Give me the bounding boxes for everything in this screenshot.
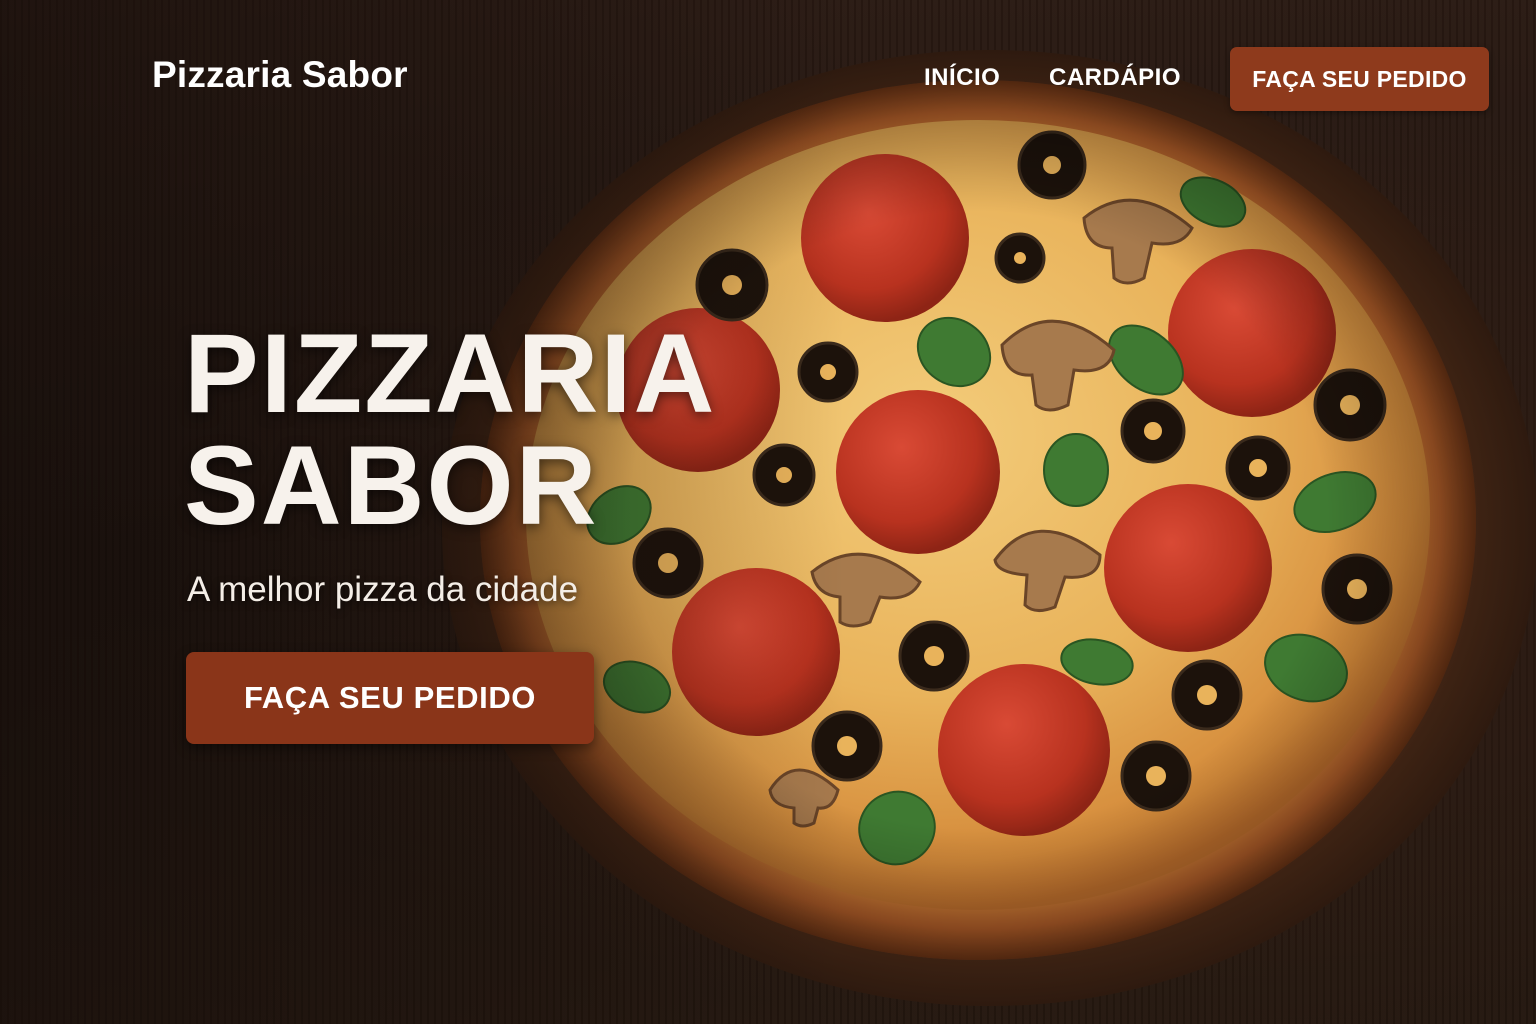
hero-subtitle: A melhor pizza da cidade	[187, 570, 579, 609]
hero-title-line-1: PIZZARIA	[184, 311, 717, 436]
nav-link-cardapio[interactable]: CARDÁPIO	[1049, 64, 1181, 92]
nav-link-inicio[interactable]: INÍCIO	[924, 64, 1000, 92]
hero-title: PIZZARIA SABOR	[184, 318, 716, 542]
nav-order-button[interactable]: FAÇA SEU PEDIDO	[1230, 47, 1489, 111]
hero-title-line-2: SABOR	[184, 423, 599, 548]
brand-logo-text[interactable]: Pizzaria Sabor	[152, 54, 408, 96]
landing-page: Pizzaria Sabor INÍCIO CARDÁPIO FAÇA SEU …	[0, 0, 1536, 1024]
hero-order-button[interactable]: FAÇA SEU PEDIDO	[186, 652, 594, 744]
